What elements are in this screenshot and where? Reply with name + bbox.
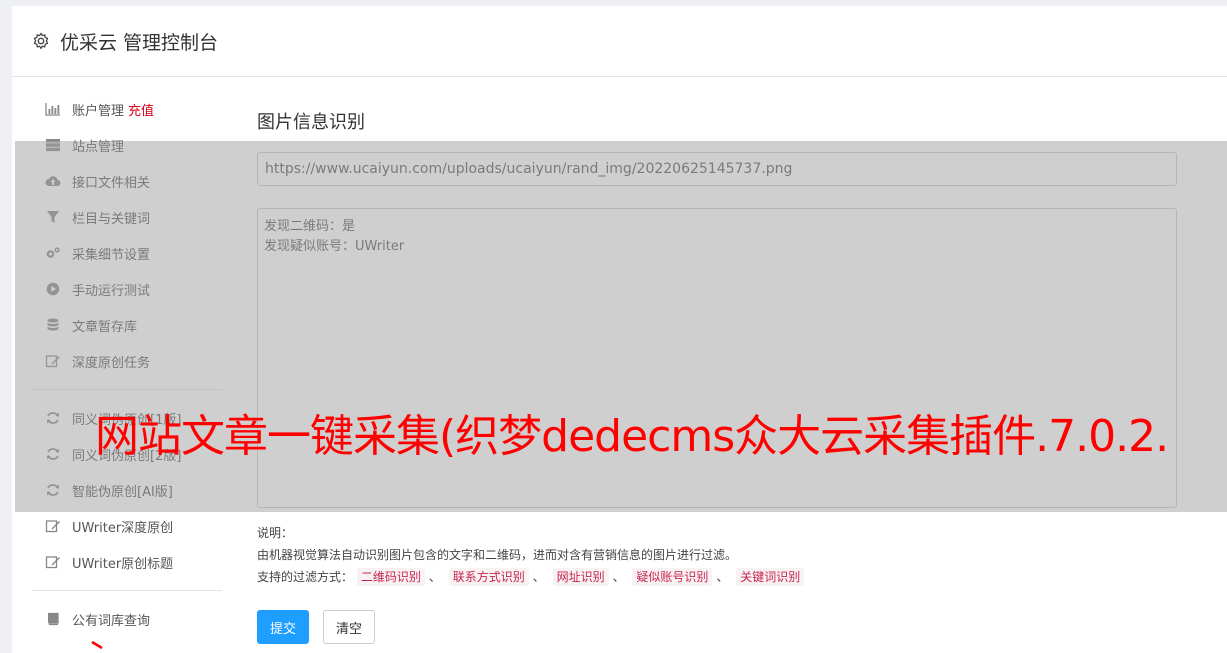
- sidebar-item-label: 手动运行测试: [72, 283, 151, 299]
- filter-tag: 联系方式识别: [448, 568, 529, 586]
- gear-icon: [33, 32, 49, 50]
- result-line: 发现二维码：是: [264, 219, 356, 234]
- sidebar-item-label: UWriter深度原创: [72, 520, 174, 536]
- desc-text: 由机器视觉算法自动识别图片包含的文字和二维码，进而对含有营销信息的图片进行过滤。: [257, 548, 738, 562]
- sidebar-item-label: UWriter原创标题: [72, 556, 174, 572]
- sidebar-item-article-storage[interactable]: 文章暂存库: [32, 307, 222, 343]
- clear-button[interactable]: 清空: [323, 610, 376, 644]
- section-title: 图片信息识别: [257, 112, 365, 133]
- filters-label: 支持的过滤方式：: [257, 570, 354, 584]
- sidebar-item-label: 采集细节设置: [72, 247, 151, 263]
- sidebar-item-label: 同义词伪原创[2版]: [72, 448, 182, 464]
- result-textarea[interactable]: 发现二维码：是 发现疑似账号：UWriter: [257, 208, 1177, 508]
- sidebar-item-sites[interactable]: 站点管理: [32, 127, 222, 163]
- sidebar: 账户管理 充值 站点管理 接口文件相关 栏目与关键词 采集细节设置 手动运行测试…: [32, 91, 222, 637]
- refresh-icon: [44, 447, 62, 461]
- sidebar-item-columns-keywords[interactable]: 栏目与关键词: [32, 199, 222, 235]
- refresh-icon: [44, 483, 62, 497]
- sidebar-item-label: 文章暂存库: [72, 319, 138, 335]
- sidebar-item-public-dictionary[interactable]: 公有词库查询: [32, 601, 222, 637]
- main-content: 图片信息识别 https://www.ucaiyun.com/uploads/u…: [257, 108, 1177, 644]
- sidebar-divider: [32, 590, 222, 591]
- sidebar-item-deep-original[interactable]: 深度原创任务: [32, 343, 222, 379]
- server-icon: [44, 138, 62, 152]
- database-icon: [44, 318, 62, 332]
- result-line: 发现疑似账号：UWriter: [264, 239, 405, 254]
- play-circle-icon: [44, 282, 62, 296]
- filter-methods: 支持的过滤方式： 二维码识别、 联系方式识别、 网址识别、 疑似账号识别、 关键…: [257, 566, 1177, 588]
- sidebar-item-uwriter-deep[interactable]: UWriter深度原创: [32, 508, 222, 544]
- sidebar-item-label: 同义词伪原创[1版]: [72, 412, 182, 428]
- sidebar-item-ai-rewrite[interactable]: 智能伪原创[AI版]: [32, 472, 222, 508]
- sidebar-item-synonym-v1[interactable]: 同义词伪原创[1版]: [32, 400, 222, 436]
- sidebar-item-label: 智能伪原创[AI版]: [72, 484, 173, 500]
- cogs-icon: [44, 246, 62, 260]
- submit-button[interactable]: 提交: [257, 610, 310, 644]
- page-title: 优采云 管理控制台: [60, 31, 219, 54]
- sidebar-item-label: 接口文件相关: [72, 175, 151, 191]
- filter-tag: 关键词识别: [736, 568, 805, 586]
- separator: 、: [428, 570, 441, 584]
- book-icon: [44, 612, 62, 626]
- separator: 、: [532, 570, 545, 584]
- edit-icon: [44, 519, 62, 533]
- description: 说明： 由机器视觉算法自动识别图片包含的文字和二维码，进而对含有营销信息的图片进…: [257, 522, 1177, 588]
- sidebar-item-label: 账户管理: [72, 103, 125, 119]
- sidebar-item-collect-settings[interactable]: 采集细节设置: [32, 235, 222, 271]
- sidebar-item-label: 栏目与关键词: [72, 211, 151, 227]
- sidebar-item-synonym-v2[interactable]: 同义词伪原创[2版]: [32, 436, 222, 472]
- red-arrow-icon: [91, 640, 103, 650]
- sidebar-item-interface-files[interactable]: 接口文件相关: [32, 163, 222, 199]
- edit-icon: [44, 354, 62, 368]
- recharge-link[interactable]: 充值: [128, 100, 154, 119]
- sidebar-item-uwriter-title[interactable]: UWriter原创标题: [32, 544, 222, 580]
- sidebar-divider: [32, 389, 222, 390]
- sidebar-item-label: 公有词库查询: [72, 613, 151, 629]
- header: 优采云 管理控制台: [12, 6, 1227, 77]
- sidebar-item-manual-run[interactable]: 手动运行测试: [32, 271, 222, 307]
- separator: 、: [612, 570, 625, 584]
- filter-icon: [44, 210, 62, 224]
- cloud-upload-icon: [44, 174, 62, 188]
- edit-icon: [44, 555, 62, 569]
- image-url-input[interactable]: https://www.ucaiyun.com/uploads/ucaiyun/…: [257, 152, 1177, 186]
- bar-chart-icon: [44, 102, 62, 116]
- filter-tag: 网址识别: [552, 568, 609, 586]
- filter-tag: 疑似账号识别: [632, 568, 713, 586]
- desc-label: 说明：: [257, 526, 294, 540]
- sidebar-item-label: 深度原创任务: [72, 355, 151, 371]
- separator: 、: [716, 570, 729, 584]
- sidebar-item-account[interactable]: 账户管理 充值: [32, 91, 222, 127]
- sidebar-item-label: 站点管理: [72, 139, 125, 155]
- action-buttons: 提交 清空: [257, 610, 1177, 644]
- refresh-icon: [44, 411, 62, 425]
- filter-tag: 二维码识别: [356, 568, 425, 586]
